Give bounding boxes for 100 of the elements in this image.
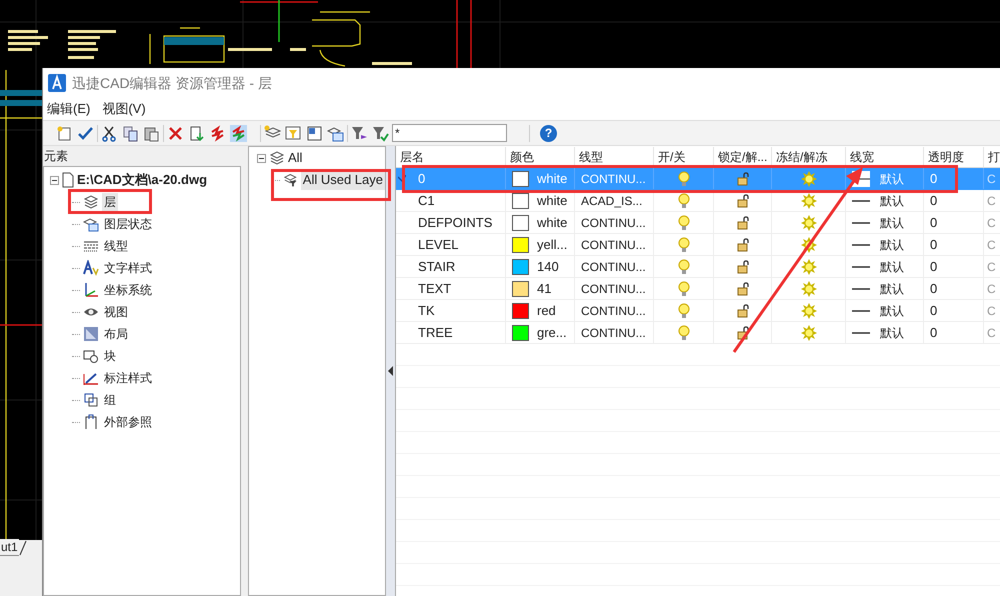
tree-item[interactable]: All Used Laye: [300, 170, 385, 190]
lightbulb-icon[interactable]: [678, 280, 690, 296]
table-row[interactable]: TEXT 41 CONTINU... 默认 0 C: [396, 278, 1000, 300]
tree-item[interactable]: 组: [102, 391, 118, 409]
tree-item[interactable]: 线型: [102, 237, 130, 255]
tree-item[interactable]: 块: [102, 347, 118, 365]
column-header[interactable]: 颜色: [506, 147, 575, 167]
table-row[interactable]: LEVEL yell... CONTINU... 默认 0 C: [396, 234, 1000, 256]
color-name: yell...: [537, 236, 568, 254]
transparency-value: 0: [930, 192, 938, 210]
check-icon[interactable]: [77, 124, 94, 142]
lineweight-icon: [852, 332, 870, 334]
plot-style-value: C: [987, 302, 996, 320]
sun-icon[interactable]: [800, 236, 816, 252]
export-icon[interactable]: [188, 124, 205, 142]
color-name: white: [537, 170, 568, 188]
lineweight-icon: [852, 222, 870, 224]
unlock-icon[interactable]: [736, 238, 750, 252]
tree-item[interactable]: 外部参照: [102, 413, 154, 431]
unlock-icon[interactable]: [736, 194, 750, 208]
group-icon: [83, 392, 99, 408]
column-header[interactable]: 锁定/解...: [714, 147, 772, 167]
tree-item[interactable]: All: [288, 148, 302, 168]
unlock-icon[interactable]: [736, 260, 750, 274]
column-header[interactable]: 透明度: [924, 147, 984, 167]
collapse-icon[interactable]: [257, 154, 266, 162]
transparency-value: 0: [930, 214, 938, 232]
column-header[interactable]: 打: [984, 147, 1000, 167]
layer-name: TK: [418, 302, 435, 320]
column-header[interactable]: 开/关: [654, 147, 714, 167]
tree-item[interactable]: 视图: [102, 303, 130, 321]
lightbulb-icon[interactable]: [678, 236, 690, 252]
menu-item[interactable]: 编辑(E): [47, 99, 90, 119]
lightbulb-icon[interactable]: [678, 324, 690, 340]
sun-icon[interactable]: [800, 170, 816, 186]
lineweight-icon: [852, 244, 870, 246]
sync-icon[interactable]: [230, 124, 247, 142]
plot-style-value: C: [987, 258, 996, 276]
layers-icon: [269, 150, 285, 166]
table-row[interactable]: STAIR 140 CONTINU... 默认 0 C: [396, 256, 1000, 278]
column-header[interactable]: 线型: [575, 147, 654, 167]
collapse-icon[interactable]: [50, 176, 59, 184]
layout-tab[interactable]: ut1: [0, 539, 19, 556]
plot-style-value: C: [987, 192, 996, 210]
lineweight-icon: [852, 288, 870, 290]
linetype-name: CONTINU...: [581, 170, 646, 188]
color-name: 140: [537, 258, 559, 276]
unlock-icon[interactable]: [736, 304, 750, 318]
lightbulb-icon[interactable]: [678, 214, 690, 230]
table-row[interactable]: TREE gre... CONTINU... 默认 0 C: [396, 322, 1000, 344]
tree-item[interactable]: 坐标系统: [102, 281, 154, 299]
new-icon[interactable]: [56, 124, 73, 142]
lightbulb-icon[interactable]: [678, 302, 690, 318]
filter-field[interactable]: *: [392, 124, 507, 142]
copy-icon[interactable]: [122, 124, 139, 142]
plot-style-value: C: [987, 324, 996, 342]
linetype-name: CONTINU...: [581, 214, 646, 232]
unlock-icon[interactable]: [736, 326, 750, 340]
color-name: red: [537, 302, 556, 320]
tree-item[interactable]: 布局: [102, 325, 130, 343]
table-row[interactable]: DEFPOINTS white CONTINU... 默认 0 C: [396, 212, 1000, 234]
funnel-check-icon[interactable]: [372, 124, 389, 142]
unlock-icon[interactable]: [736, 172, 750, 186]
tree-item[interactable]: E:\CAD文档\a-20.dwg: [77, 170, 208, 190]
layer-window-icon[interactable]: [306, 124, 323, 142]
transparency-value: 0: [930, 236, 938, 254]
menu-item[interactable]: 视图(V): [102, 99, 146, 119]
help-button[interactable]: ?: [540, 124, 557, 142]
column-header[interactable]: 冻结/解冻: [772, 147, 846, 167]
funnel-icon[interactable]: [351, 124, 368, 142]
linetype-name: CONTINU...: [581, 280, 646, 298]
transparency-value: 0: [930, 324, 938, 342]
paste-icon[interactable]: [143, 124, 160, 142]
lightbulb-icon[interactable]: [678, 192, 690, 208]
layers-icon: [83, 194, 99, 210]
transparency-value: 0: [930, 170, 938, 188]
layout-icon: [83, 326, 99, 342]
tree-item[interactable]: 标注样式: [102, 369, 154, 387]
unlock-icon[interactable]: [736, 216, 750, 230]
cut-icon[interactable]: [101, 124, 118, 142]
tree-item[interactable]: 图层状态: [102, 215, 154, 233]
column-header[interactable]: 线宽: [846, 147, 924, 167]
block-icon: [83, 348, 99, 364]
plot-style-value: C: [987, 280, 996, 298]
sun-icon[interactable]: [800, 192, 816, 208]
delete-icon[interactable]: [167, 124, 184, 142]
lineweight-value: 默认: [880, 236, 904, 254]
refresh-icon[interactable]: [209, 124, 226, 142]
table-row[interactable]: TK red CONTINU... 默认 0 C: [396, 300, 1000, 322]
collapse-arrow-icon[interactable]: [388, 366, 394, 376]
tree-item[interactable]: 文字样式: [102, 259, 154, 277]
tree-item[interactable]: 层: [102, 193, 118, 211]
column-header[interactable]: 层名: [396, 147, 506, 167]
text-style-icon: [83, 260, 99, 276]
lightbulb-icon[interactable]: [678, 258, 690, 274]
plot-style-value: C: [987, 236, 996, 254]
plot-style-value: C: [987, 170, 996, 188]
filter-icon[interactable]: [285, 124, 302, 142]
unlock-icon[interactable]: [736, 282, 750, 296]
layer-manager-icon[interactable]: [327, 124, 344, 142]
